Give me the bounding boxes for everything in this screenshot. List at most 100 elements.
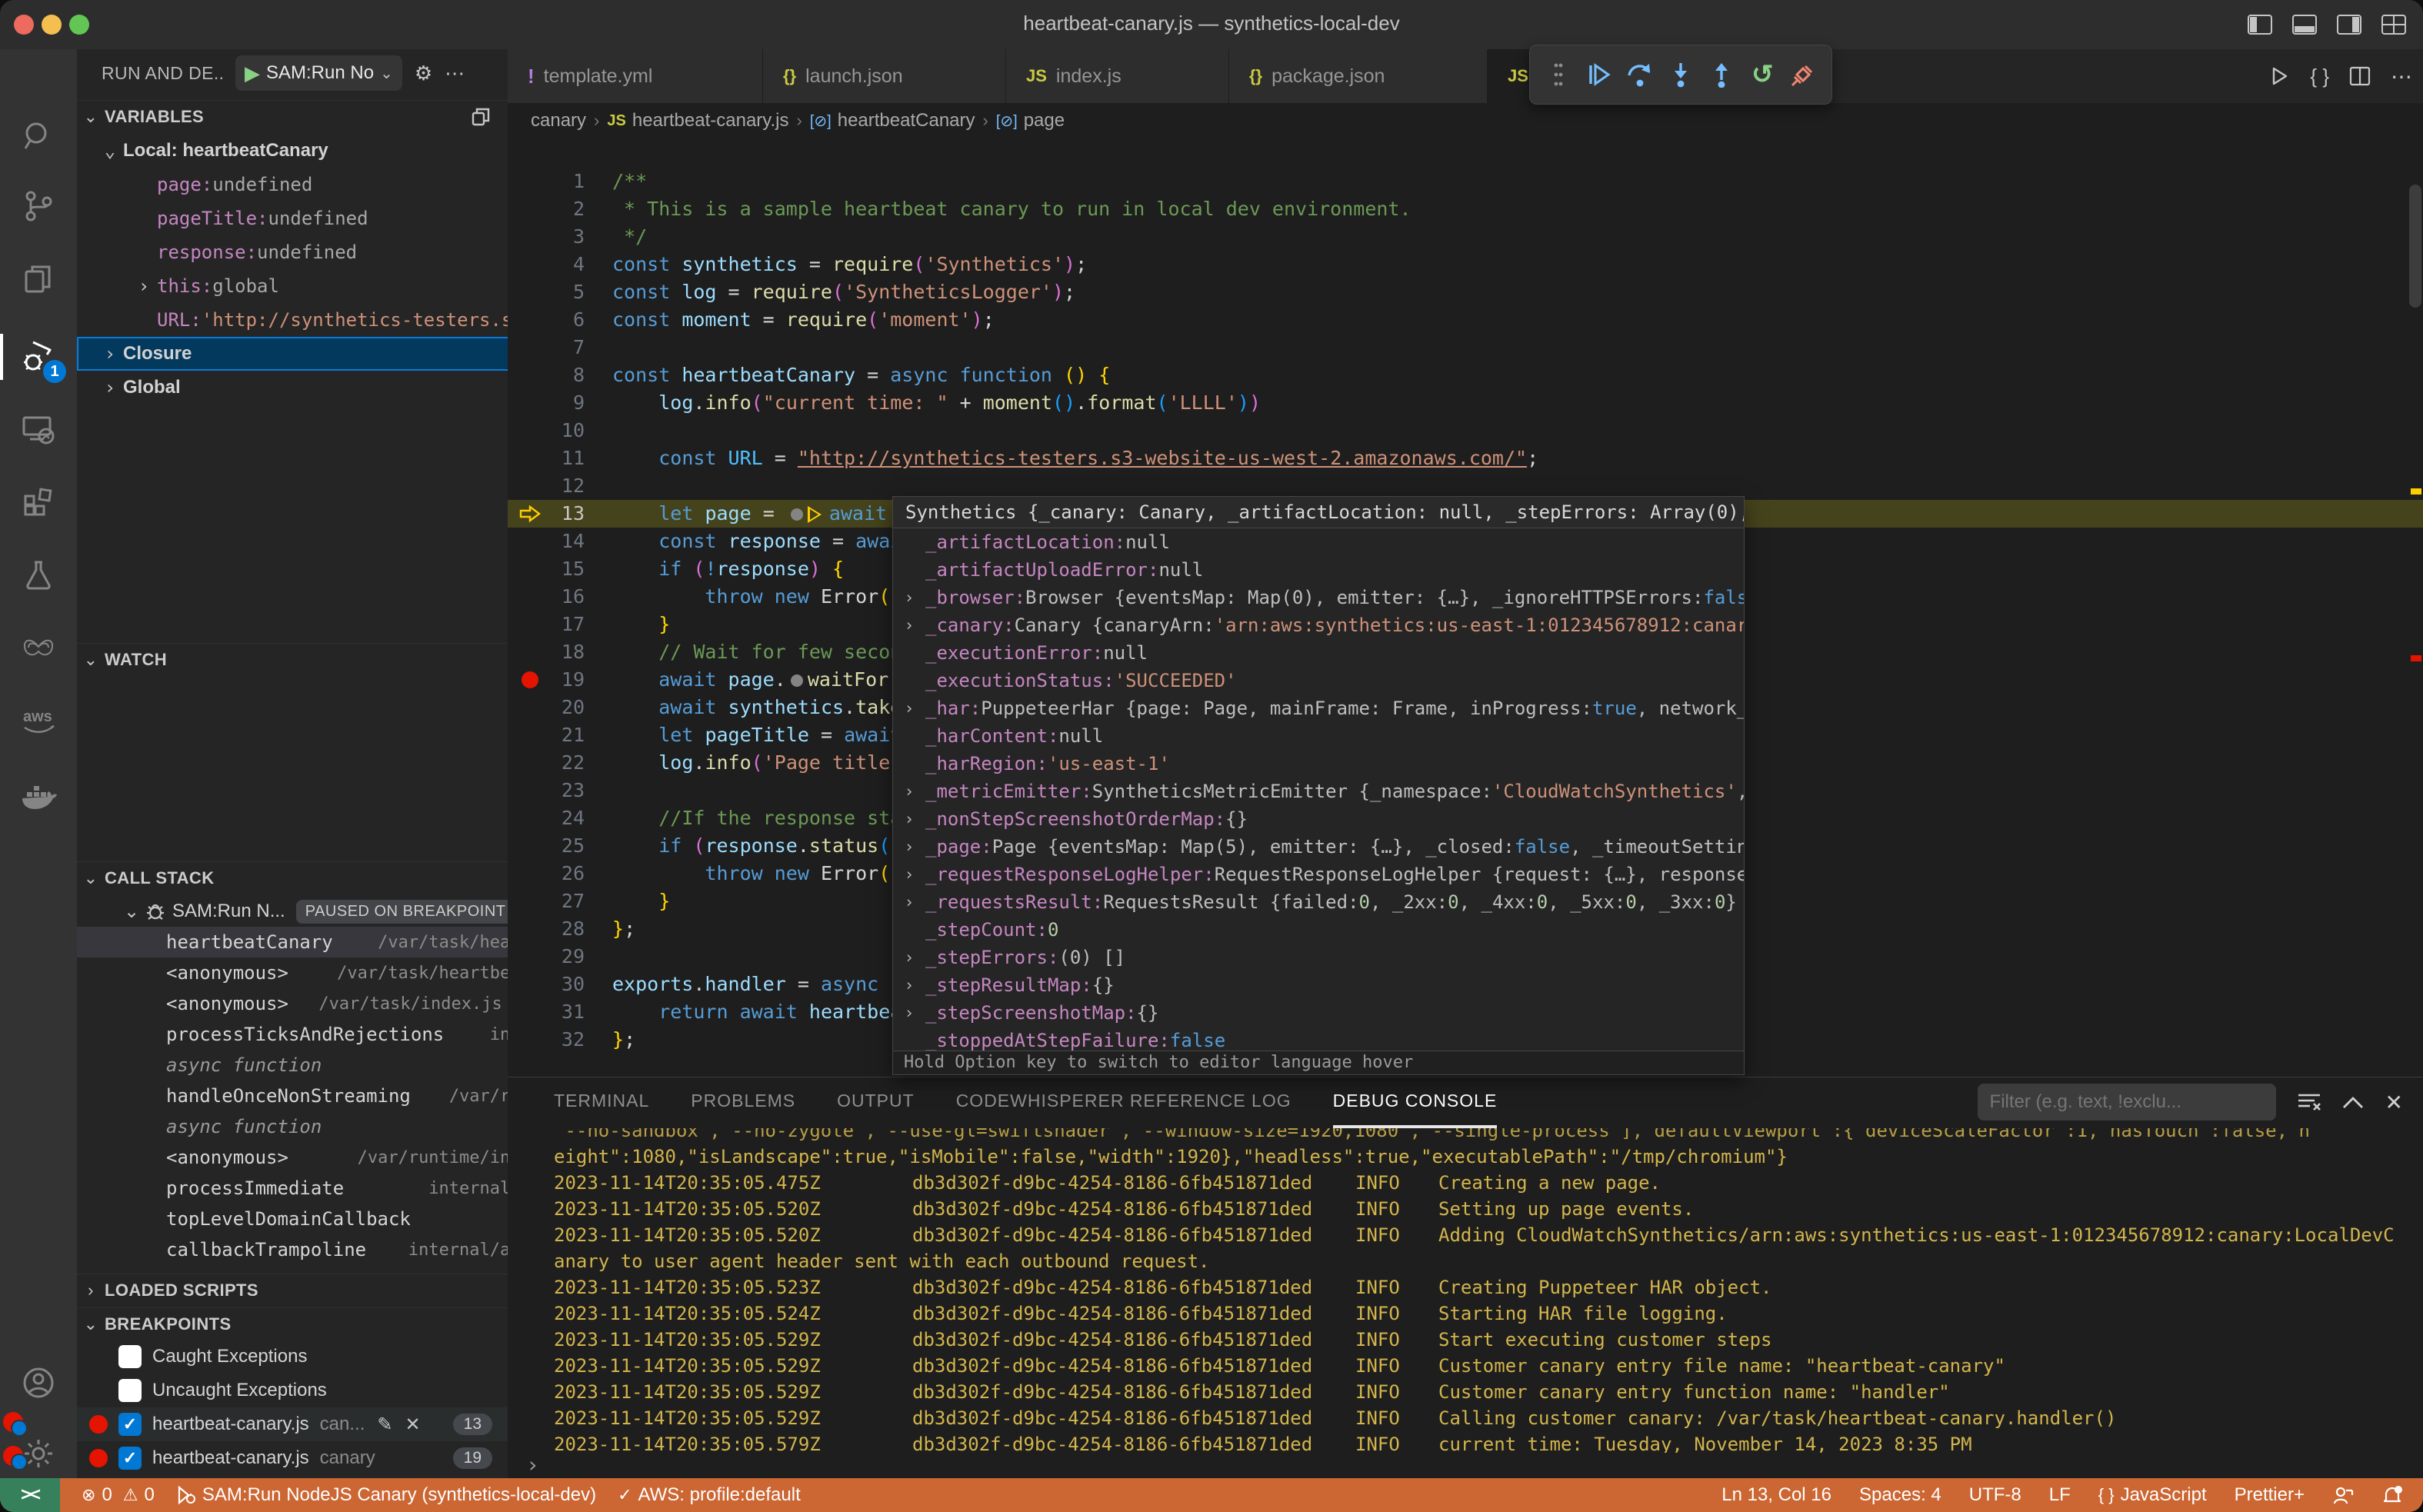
editor-more-actions-icon[interactable]: ⋯ — [2391, 64, 2412, 89]
variable-scope-row[interactable]: ›Closure — [77, 337, 508, 371]
more-actions-icon[interactable]: ⋯ — [445, 62, 465, 85]
popup-property-row[interactable]: _executionError: null — [893, 639, 1744, 667]
breakpoint-checkbox[interactable] — [118, 1413, 142, 1436]
encoding-status[interactable]: UTF-8 — [1969, 1484, 2021, 1506]
step-over-icon[interactable] — [1623, 58, 1657, 92]
popup-property-row[interactable]: ›_stepErrors: (0) [] — [893, 944, 1744, 971]
breakpoint-checkbox[interactable] — [118, 1447, 142, 1470]
stack-frame-row[interactable]: callbackTrampolineinternal/async... — [77, 1234, 508, 1265]
popup-property-row[interactable]: ›_stepResultMap: {} — [893, 971, 1744, 999]
copy-value-icon[interactable] — [471, 107, 491, 127]
breakpoints-section-header[interactable]: ⌄BREAKPOINTS — [77, 1307, 508, 1340]
search-icon[interactable] — [0, 103, 77, 171]
breadcrumb-item[interactable]: JSheartbeat-canary.js — [607, 110, 788, 132]
call-stack-section-header[interactable]: ⌄CALL STACK — [77, 861, 508, 894]
edit-breakpoint-icon[interactable]: ✎ — [377, 1414, 392, 1436]
variable-scope-row[interactable]: ›Global — [77, 371, 508, 405]
variable-row[interactable]: URL: 'http://synthetics-testers.s3-w…' — [77, 303, 508, 337]
accounts-icon[interactable] — [0, 1349, 77, 1417]
panel-tab-output[interactable]: OUTPUT — [837, 1076, 915, 1128]
stack-frame-row[interactable]: async function — [77, 1050, 508, 1081]
aws-profile-status[interactable]: ✓ AWS: profile:default — [618, 1484, 801, 1506]
stack-frame-row[interactable]: <anonymous>/var/task/heartbeat-c... — [77, 957, 508, 988]
breakpoint-row[interactable]: heartbeat-canary.jscanary19 — [77, 1441, 508, 1475]
language-status[interactable]: { }JavaScript — [2098, 1484, 2207, 1506]
tab-index-js[interactable]: JSindex.js — [1006, 49, 1229, 103]
stack-frame-row[interactable]: heartbeatCanary/var/task/heartbe... — [77, 927, 508, 957]
stack-frame-row[interactable]: <anonymous>/var/runtime/index.mjs — [77, 1142, 508, 1173]
breakpoint-checkbox[interactable] — [118, 1379, 142, 1402]
inline-breakpoint-dot-icon[interactable] — [791, 674, 803, 687]
restart-icon[interactable]: ↺ — [1745, 58, 1779, 92]
panel-tab-debug-console[interactable]: DEBUG CONSOLE — [1333, 1076, 1498, 1128]
popup-property-row[interactable]: ›_requestsResult: RequestsResult {failed… — [893, 888, 1744, 916]
breadcrumb-item[interactable]: canary — [531, 110, 586, 132]
docker-icon[interactable] — [0, 763, 77, 831]
inline-breakpoint-dot-icon[interactable] — [791, 508, 803, 521]
toggle-primary-sidebar-icon[interactable] — [2245, 9, 2275, 40]
eol-status[interactable]: LF — [2049, 1484, 2071, 1506]
start-debug-icon[interactable]: ▶ — [245, 62, 260, 85]
codewhisperer-icon[interactable] — [0, 615, 77, 683]
documents-icon[interactable] — [0, 245, 77, 313]
variable-scope-row[interactable]: ⌄Local: heartbeatCanary — [77, 134, 508, 168]
braces-icon[interactable]: { } — [2310, 65, 2329, 88]
maximize-panel-icon[interactable] — [2342, 1095, 2364, 1109]
formatter-status[interactable]: Prettier+ — [2235, 1484, 2305, 1506]
popup-property-row[interactable]: _artifactLocation: null — [893, 528, 1744, 556]
popup-property-row[interactable]: ›_browser: Browser {eventsMap: Map(0), e… — [893, 584, 1744, 611]
customize-layout-icon[interactable] — [2378, 9, 2409, 40]
popup-property-row[interactable]: _stoppedAtStepFailure: false — [893, 1027, 1744, 1051]
popup-property-row[interactable]: ›_page: Page {eventsMap: Map(5), emitter… — [893, 833, 1744, 861]
stack-frame-row[interactable]: handleOnceNonStreaming/var/runti... — [77, 1081, 508, 1111]
remote-indicator[interactable]: >< — [0, 1478, 60, 1512]
continue-icon[interactable] — [1582, 58, 1616, 92]
breakpoint-row[interactable]: Uncaught Exceptions — [77, 1374, 508, 1407]
popup-property-row[interactable]: _executionStatus: 'SUCCEEDED' — [893, 667, 1744, 694]
popup-property-row[interactable]: ›_metricEmitter: SyntheticsMetricEmitter… — [893, 778, 1744, 805]
popup-property-row[interactable]: _harRegion: 'us-east-1' — [893, 750, 1744, 778]
breadcrumb-item[interactable]: [⊘]heartbeatCanary — [810, 110, 975, 132]
step-into-icon[interactable] — [1664, 58, 1698, 92]
variable-row[interactable]: response: undefined — [77, 235, 508, 269]
remote-explorer-icon[interactable] — [0, 395, 77, 463]
step-out-icon[interactable] — [1705, 58, 1738, 92]
variable-row[interactable]: ›this: global — [77, 269, 508, 303]
loaded-scripts-section-header[interactable]: ›LOADED SCRIPTS — [77, 1274, 508, 1307]
indentation-status[interactable]: Spaces: 4 — [1859, 1484, 1941, 1506]
popup-property-row[interactable]: ›_requestResponseLogHelper: RequestRespo… — [893, 861, 1744, 888]
run-file-icon[interactable] — [2268, 65, 2290, 87]
console-input-prompt[interactable]: › — [526, 1452, 539, 1477]
popup-property-row[interactable]: _harContent: null — [893, 722, 1744, 750]
testing-icon[interactable] — [0, 541, 77, 608]
panel-tab-problems[interactable]: PROBLEMS — [691, 1076, 795, 1128]
extensions-icon[interactable] — [0, 467, 77, 535]
popup-property-row[interactable]: ›_stepScreenshotMap: {} — [893, 999, 1744, 1027]
breakpoint-checkbox[interactable] — [118, 1345, 142, 1368]
popup-property-row[interactable]: ›_nonStepScreenshotOrderMap: {} — [893, 805, 1744, 833]
stack-frame-row[interactable]: processTicksAndRejectionsintern... — [77, 1019, 508, 1050]
remove-breakpoint-icon[interactable]: ✕ — [405, 1414, 420, 1436]
clear-console-icon[interactable] — [2298, 1092, 2321, 1112]
panel-tab-terminal[interactable]: TERMINAL — [554, 1076, 649, 1128]
feedback-icon[interactable] — [2332, 1484, 2354, 1506]
breakpoint-row[interactable]: heartbeat-canary.jscan...✎✕13 — [77, 1407, 508, 1441]
tab-launch-json[interactable]: {}launch.json — [763, 49, 1006, 103]
variables-section-header[interactable]: ⌄VARIABLES — [77, 100, 508, 133]
variable-row[interactable]: pageTitle: undefined — [77, 201, 508, 235]
popup-property-row[interactable]: _stepCount: 0 — [893, 916, 1744, 944]
panel-tab-codewhisperer-reference-log[interactable]: CODEWHISPERER REFERENCE LOG — [956, 1076, 1291, 1128]
toggle-panel-icon[interactable] — [2289, 9, 2320, 40]
breakpoint-row[interactable]: Caught Exceptions — [77, 1340, 508, 1374]
toggle-secondary-sidebar-icon[interactable] — [2334, 9, 2365, 40]
stack-frame-row[interactable]: <anonymous>/var/task/index.js77:45 — [77, 988, 508, 1019]
split-editor-icon[interactable] — [2349, 65, 2371, 87]
launch-config-dropdown[interactable]: ▶ SAM:Run No ⌄ — [235, 55, 402, 91]
console-filter-input[interactable] — [1978, 1084, 2276, 1121]
popup-property-row[interactable]: _artifactUploadError: null — [893, 556, 1744, 584]
popup-property-row[interactable]: ›_har: PuppeteerHar {page: Page, mainFra… — [893, 694, 1744, 722]
run-and-debug-icon[interactable]: 1 — [0, 323, 77, 391]
aws-icon[interactable]: aws — [0, 686, 77, 754]
stack-frame-row[interactable]: async function — [77, 1111, 508, 1142]
disconnect-icon[interactable] — [1786, 58, 1820, 92]
